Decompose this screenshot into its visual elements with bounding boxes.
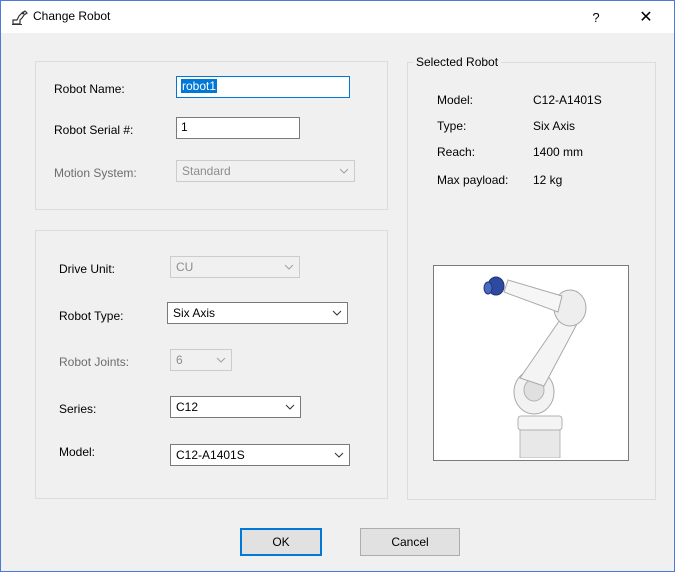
robot-type-label: Robot Type: xyxy=(59,309,124,323)
info-value-payload: 12 kg xyxy=(533,173,563,187)
robot-preview-image xyxy=(433,265,629,461)
chevron-down-icon xyxy=(333,449,345,461)
robot-joints-label: Robot Joints: xyxy=(59,355,130,369)
series-label: Series: xyxy=(59,402,97,416)
model-label: Model: xyxy=(59,445,96,459)
robot-name-input[interactable]: robot1 xyxy=(176,76,350,98)
info-value-model: C12-A1401S xyxy=(533,93,602,107)
robot-serial-value: 1 xyxy=(181,120,188,134)
info-value-reach: 1400 mm xyxy=(533,145,584,159)
robot-joints-value: 6 xyxy=(176,353,183,367)
help-button[interactable]: ? xyxy=(573,1,619,33)
chevron-down-icon xyxy=(338,165,350,177)
chevron-down-icon xyxy=(331,307,343,319)
drive-unit-select: CU xyxy=(170,256,300,278)
selected-robot-title: Selected Robot xyxy=(413,55,502,69)
chevron-down-icon xyxy=(284,401,296,413)
series-select[interactable]: C12 xyxy=(170,396,301,418)
close-button[interactable]: ✕ xyxy=(621,1,671,33)
robot-serial-input[interactable]: 1 xyxy=(176,117,300,139)
motion-system-select: Standard xyxy=(176,160,355,182)
title-bar: Change Robot ? ✕ xyxy=(1,1,674,33)
robot-type-value: Six Axis xyxy=(173,306,216,320)
drive-unit-value: CU xyxy=(176,260,194,274)
robot-type-select[interactable]: Six Axis xyxy=(167,302,348,324)
motion-system-label: Motion System: xyxy=(54,166,137,180)
motion-system-value: Standard xyxy=(182,164,231,178)
series-value: C12 xyxy=(176,400,199,414)
dialog-title: Change Robot xyxy=(33,9,111,23)
info-key-reach: Reach: xyxy=(437,145,476,159)
robot-app-icon xyxy=(11,9,29,25)
ok-button[interactable]: OK xyxy=(240,528,322,556)
dialog-footer xyxy=(1,513,674,571)
robot-name-label: Robot Name: xyxy=(54,82,125,96)
chevron-down-icon xyxy=(215,354,227,366)
model-select[interactable]: C12-A1401S xyxy=(170,444,350,466)
cancel-button[interactable]: Cancel xyxy=(360,528,460,556)
info-value-type: Six Axis xyxy=(533,119,576,133)
info-key-model: Model: xyxy=(437,93,474,107)
robot-serial-label: Robot Serial #: xyxy=(54,123,134,137)
drive-unit-label: Drive Unit: xyxy=(59,262,116,276)
robot-name-value: robot1 xyxy=(181,79,218,93)
info-key-type: Type: xyxy=(437,119,467,133)
model-value: C12-A1401S xyxy=(176,448,245,462)
chevron-down-icon xyxy=(283,261,295,273)
info-key-payload: Max payload: xyxy=(437,173,509,187)
robot-joints-select: 6 xyxy=(170,349,232,371)
change-robot-dialog: Change Robot ? ✕ Robot Name: robot1 Robo… xyxy=(0,0,675,572)
